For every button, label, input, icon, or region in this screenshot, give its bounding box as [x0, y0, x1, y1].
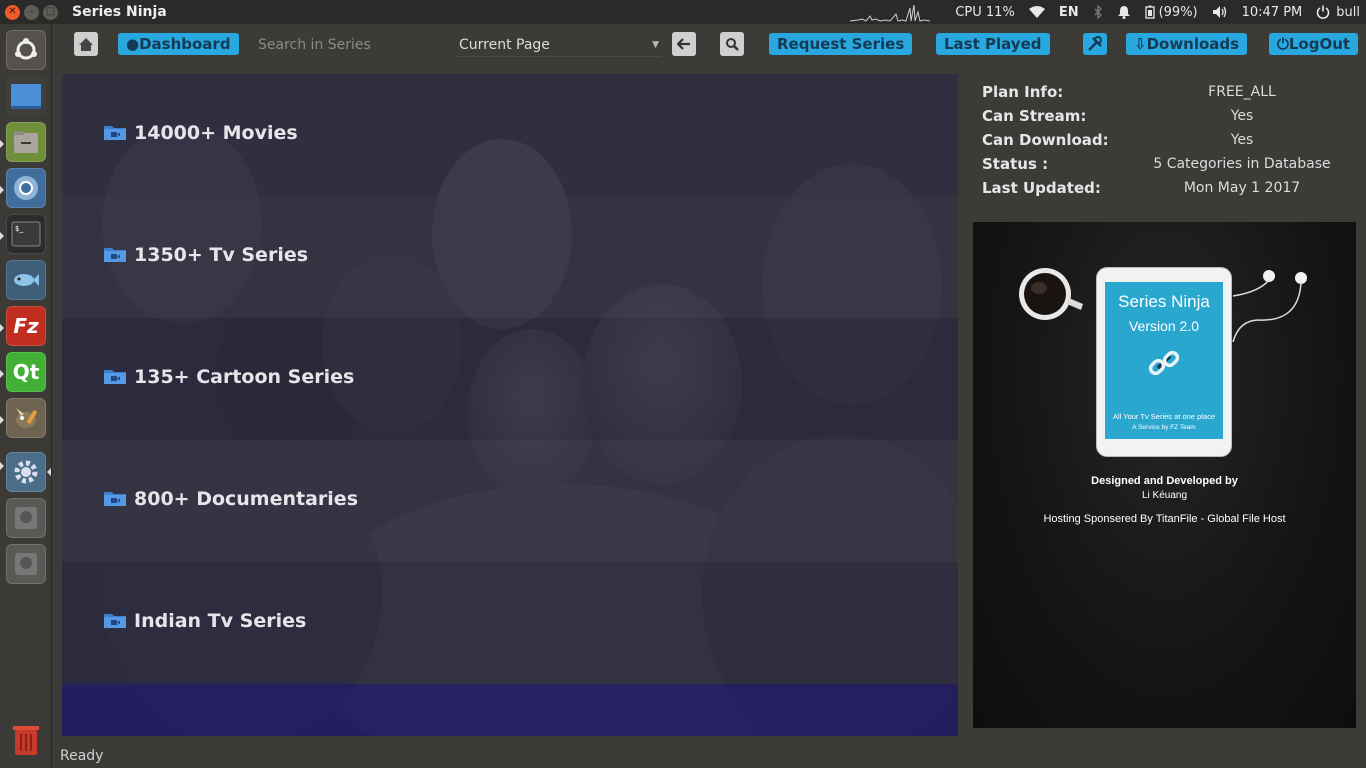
info-key: Plan Info:: [982, 83, 1064, 101]
video-folder-icon: [104, 370, 126, 384]
coffee-cup-icon: [1019, 268, 1083, 320]
battery-icon[interactable]: [1144, 5, 1155, 19]
svg-text:$_: $_: [15, 225, 24, 233]
logout-button[interactable]: ⏻LogOut: [1269, 33, 1359, 55]
trash-icon[interactable]: [6, 720, 46, 760]
category-label: 14000+ Movies: [134, 122, 298, 144]
battery-percentage[interactable]: (99%): [1159, 5, 1198, 20]
power-icon[interactable]: [1316, 5, 1330, 19]
disk-icon[interactable]: [6, 498, 46, 538]
video-folder-icon: [104, 126, 126, 140]
keyboard-layout-indicator[interactable]: EN: [1059, 5, 1079, 20]
indicator-area: CPU 11% EN (99%) 10:47 PM bull: [955, 0, 1360, 24]
search-input[interactable]: [258, 37, 438, 53]
tools-button[interactable]: [1083, 33, 1107, 55]
top-panel: ✕ – □ Series Ninja CPU 11% EN (99%) 10:4…: [0, 0, 1366, 24]
status-row: Status : 5 Categories in Database: [982, 152, 1352, 176]
window-controls: ✕ – □: [5, 4, 58, 20]
info-value: Yes: [1230, 108, 1254, 124]
cpu-graph-icon: [850, 4, 930, 22]
category-row[interactable]: 1350+ Tv Series: [62, 196, 958, 318]
cpu-indicator[interactable]: CPU 11%: [955, 5, 1014, 20]
hosting-text: Hosting Sponsered By TitanFile - Global …: [1043, 513, 1286, 525]
video-folder-icon: [104, 492, 126, 506]
promo-service: A Service by FZ Team: [1132, 424, 1196, 431]
tablet-mockup: Series Ninja Version 2.0 All Your Tv Ser…: [1097, 268, 1231, 456]
clock[interactable]: 10:47 PM: [1242, 5, 1303, 20]
plan-info-row: Plan Info: FREE_ALL: [982, 80, 1352, 104]
category-label: 135+ Cartoon Series: [134, 366, 355, 388]
category-label: 800+ Documentaries: [134, 488, 359, 510]
status-bar: Ready: [60, 748, 104, 764]
scope-select-value: Current Page: [459, 36, 550, 53]
chromium-icon[interactable]: [6, 168, 46, 208]
gimp-icon[interactable]: [6, 398, 46, 438]
maximize-window-button[interactable]: □: [43, 4, 58, 20]
files-icon[interactable]: [6, 122, 46, 162]
disk-icon[interactable]: [6, 544, 46, 584]
home-button[interactable]: [74, 32, 98, 56]
ubuntu-logo-icon[interactable]: [6, 30, 46, 70]
home-icon: [79, 37, 93, 51]
terminal-icon[interactable]: $_: [6, 214, 46, 254]
video-folder-icon: [104, 248, 126, 262]
request-series-button[interactable]: Request Series: [769, 33, 913, 55]
info-value: FREE_ALL: [1208, 84, 1276, 100]
info-key: Status :: [982, 155, 1049, 173]
plan-info-panel: Plan Info: FREE_ALL Can Stream: Yes Can …: [982, 80, 1352, 200]
info-value: Yes: [1230, 132, 1254, 148]
search-icon: [726, 38, 739, 51]
volume-icon[interactable]: [1212, 5, 1228, 19]
search-box[interactable]: [258, 33, 438, 57]
designed-by-text: Designed and Developed by: [1091, 475, 1238, 487]
scope-select[interactable]: Current Page ▼: [457, 33, 661, 57]
notification-bell-icon[interactable]: [1117, 5, 1131, 19]
earphones-icon: [1232, 270, 1307, 342]
promo-app-name: Series Ninja: [1118, 292, 1210, 311]
category-label: 1350+ Tv Series: [134, 244, 309, 266]
last-played-button[interactable]: Last Played: [936, 33, 1050, 55]
minimize-window-button[interactable]: –: [24, 4, 39, 20]
category-panel: 14000+ Movies 1350+ Tv Series 135+ Carto…: [62, 74, 958, 736]
dashboard-button[interactable]: ●Dashboard: [118, 33, 239, 55]
downloads-button[interactable]: ⇩Downloads: [1126, 33, 1248, 55]
bluetooth-icon[interactable]: [1093, 5, 1103, 19]
category-row[interactable]: Indian Tv Series: [62, 562, 958, 684]
info-value: Mon May 1 2017: [1183, 180, 1301, 196]
search-button[interactable]: [720, 32, 744, 56]
category-row[interactable]: 800+ Documentaries: [62, 440, 958, 562]
last-updated-row: Last Updated: Mon May 1 2017: [982, 176, 1352, 200]
launcher: $_ Fz Qt: [0, 24, 52, 768]
qt-creator-icon[interactable]: Qt: [6, 352, 46, 392]
can-stream-row: Can Stream: Yes: [982, 104, 1352, 128]
category-row[interactable]: 135+ Cartoon Series: [62, 318, 958, 440]
app-toolbar: ●Dashboard Current Page ▼ Request Series…: [62, 28, 1362, 62]
filezilla-icon[interactable]: Fz: [6, 306, 46, 346]
info-key: Can Stream:: [982, 107, 1087, 125]
user-name[interactable]: bull: [1336, 5, 1360, 20]
category-label: Indian Tv Series: [134, 610, 307, 632]
fish-icon[interactable]: [6, 260, 46, 300]
tools-icon: [1088, 36, 1102, 51]
tablet-screen: Series Ninja Version 2.0 All Your Tv Ser…: [1105, 282, 1223, 439]
arrow-left-icon: [677, 38, 690, 50]
developer-name: Li Kéuang: [1141, 490, 1188, 501]
close-window-button[interactable]: ✕: [5, 4, 20, 20]
wifi-icon[interactable]: [1028, 6, 1045, 18]
settings-icon[interactable]: [6, 452, 46, 492]
desktop-icon[interactable]: [6, 76, 46, 116]
info-key: Can Download:: [982, 131, 1109, 149]
caret-down-icon: ▼: [652, 39, 659, 50]
promo-tagline: All Your Tv Series at one place: [1112, 412, 1215, 421]
back-button[interactable]: [672, 32, 696, 56]
info-value: 5 Categories in Database: [1153, 156, 1331, 172]
promo-version: Version 2.0: [1128, 318, 1200, 334]
video-folder-icon: [104, 614, 126, 628]
promo-banner: Series Ninja Version 2.0 All Your Tv Ser…: [973, 222, 1356, 728]
can-download-row: Can Download: Yes: [982, 128, 1352, 152]
info-key: Last Updated:: [982, 179, 1101, 197]
link-logo-icon: [1148, 350, 1180, 376]
window-title: Series Ninja: [72, 4, 167, 20]
category-row[interactable]: 14000+ Movies: [62, 74, 958, 196]
